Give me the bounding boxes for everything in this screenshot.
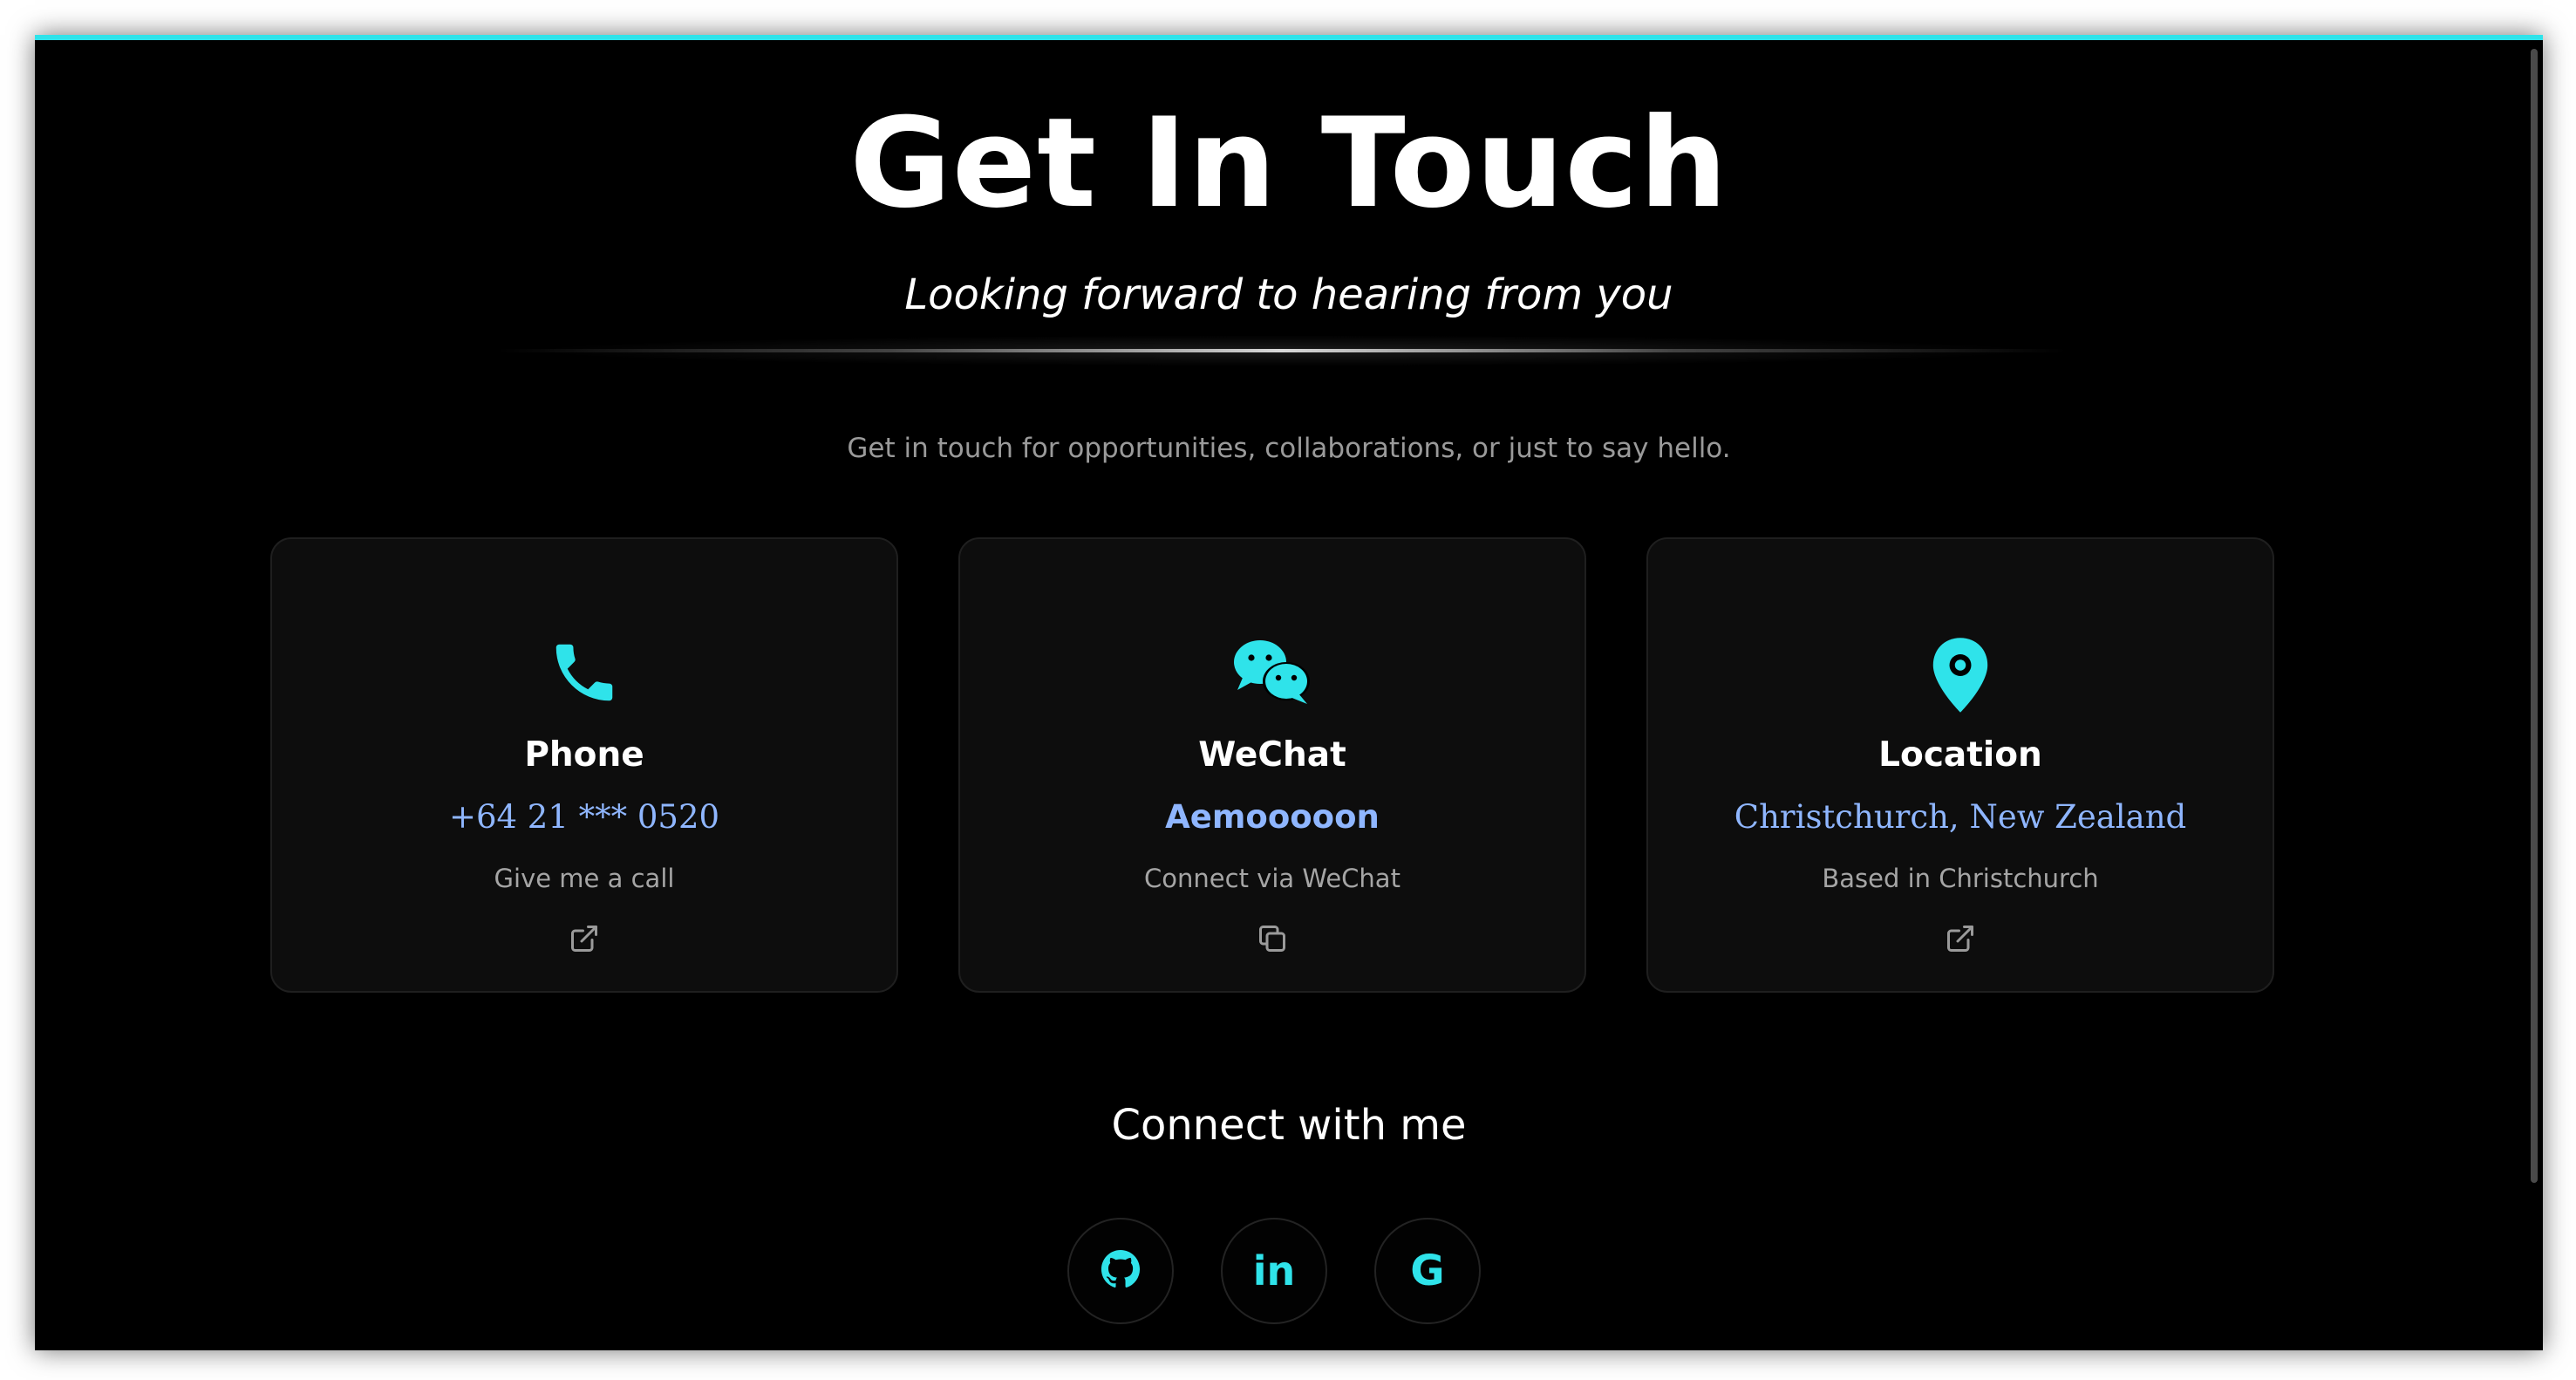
section-divider: [497, 349, 2067, 352]
google-icon: G: [1410, 1247, 1445, 1295]
card-description: Based in Christchurch: [1822, 864, 2099, 893]
connect-heading: Connect with me: [1111, 1101, 1467, 1150]
wechat-id[interactable]: Aemooooon: [960, 796, 1584, 839]
wechat-card[interactable]: WeChat Aemooooon Connect via WeChat: [958, 537, 1586, 993]
phone-card[interactable]: Phone +64 21 *** 0520 Give me a call: [270, 537, 898, 993]
card-description: Give me a call: [494, 864, 675, 893]
card-title: Location: [1878, 735, 2042, 775]
linkedin-icon: in: [1252, 1247, 1296, 1295]
location-value[interactable]: Christchurch, New Zealand: [1648, 796, 2273, 839]
phone-number[interactable]: +64 21 *** 0520: [272, 796, 896, 839]
card-title: WeChat: [1198, 735, 1346, 775]
google-link-button[interactable]: G: [1374, 1218, 1481, 1324]
external-link-icon[interactable]: [1648, 923, 2273, 958]
copy-icon[interactable]: [960, 923, 1584, 958]
contact-window: Get In Touch Looking forward to hearing …: [35, 35, 2543, 1350]
linkedin-link-button[interactable]: in: [1221, 1218, 1327, 1324]
card-title: Phone: [524, 735, 644, 775]
phone-icon: [272, 635, 896, 722]
github-link-button[interactable]: [1067, 1218, 1174, 1324]
location-pin-icon: [1648, 635, 2273, 722]
card-description: Connect via WeChat: [1144, 864, 1400, 893]
external-link-icon[interactable]: [272, 923, 896, 958]
intro-text: Get in touch for opportunities, collabor…: [847, 433, 1731, 464]
wechat-icon: [960, 635, 1584, 722]
page-subtitle: Looking forward to hearing from you: [904, 270, 1673, 319]
location-card[interactable]: Location Christchurch, New Zealand Based…: [1646, 537, 2274, 993]
github-icon: [1101, 1249, 1141, 1293]
page-title: Get In Touch: [849, 92, 1728, 236]
